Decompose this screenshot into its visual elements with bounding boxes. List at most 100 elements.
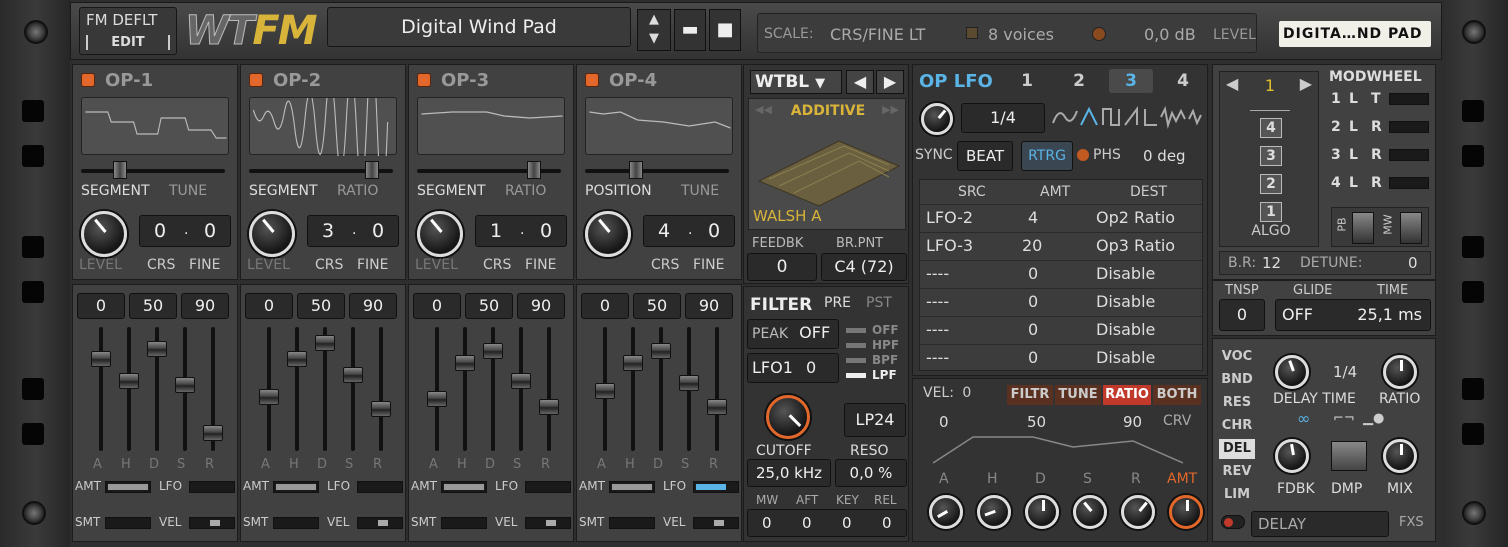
env-fader-r[interactable] — [539, 327, 559, 451]
lfo-tabs[interactable]: 1234 — [1005, 69, 1205, 95]
env-fader-d[interactable] — [651, 327, 671, 451]
mod-amt-slider[interactable] — [609, 481, 655, 493]
lfo-waveform-selector[interactable] — [1051, 105, 1205, 131]
env-time-value[interactable]: 0 — [245, 293, 293, 319]
fx-name-display[interactable]: DELAY — [1251, 511, 1389, 537]
fader-cap[interactable] — [343, 367, 363, 383]
op-fine-value[interactable]: 0 — [708, 220, 720, 242]
filter-mw-value[interactable]: 0 — [762, 510, 772, 536]
op-enable-led[interactable] — [417, 73, 431, 87]
glide-box[interactable]: OFF 25,1 ms — [1275, 299, 1431, 331]
env-fader-r[interactable] — [203, 327, 223, 451]
matrix-src[interactable]: LFO-2 — [926, 208, 973, 227]
edit-button[interactable]: EDIT — [86, 35, 170, 50]
env-fader-s[interactable] — [175, 327, 195, 451]
modwheel-amount-bar[interactable] — [1389, 121, 1429, 133]
op-waveform-display[interactable] — [585, 97, 733, 155]
delay-ratio-knob[interactable] — [1383, 355, 1417, 389]
env-fader-h[interactable] — [119, 327, 139, 451]
matrix-src[interactable]: ---- — [926, 292, 949, 311]
matrix-dest[interactable]: Disable — [1096, 292, 1155, 311]
op-mode-b[interactable]: RATIO — [337, 183, 378, 199]
fader-cap[interactable] — [623, 355, 643, 371]
env-fader-a[interactable] — [595, 327, 615, 451]
op-mode-b[interactable]: TUNE — [169, 183, 207, 199]
filter-type-bpf[interactable]: BPF — [846, 353, 906, 368]
op-mode-a[interactable]: SEGMENT — [249, 183, 318, 199]
modwheel-cell[interactable]: L — [1349, 175, 1358, 191]
filter-lfo-box[interactable]: LFO1 0 — [747, 353, 839, 383]
fader-cap[interactable] — [595, 383, 615, 399]
env-fader-a[interactable] — [427, 327, 447, 451]
mod-vel-slider[interactable] — [693, 517, 739, 529]
arrow-down-icon[interactable]: ▼ — [638, 30, 670, 48]
matrix-amt[interactable]: 20 — [1022, 236, 1042, 255]
matrix-amt[interactable]: 0 — [1028, 320, 1038, 339]
fader-cap[interactable] — [147, 341, 167, 357]
wtbl-next-button[interactable]: ▶ — [876, 70, 904, 94]
damp-button[interactable] — [1331, 441, 1367, 471]
mod-lfo-slider[interactable] — [357, 481, 403, 493]
op-enable-led[interactable] — [249, 73, 263, 87]
op-position-slider-handle[interactable] — [629, 161, 643, 179]
fader-cap[interactable] — [315, 335, 335, 351]
fx-tab-rev[interactable]: REV — [1219, 462, 1255, 482]
op-position-slider-handle[interactable] — [365, 161, 379, 179]
modwheel-cell[interactable]: R — [1371, 119, 1382, 135]
filter-type-lpf[interactable]: LPF — [846, 368, 906, 383]
lfo-tab-2[interactable]: 2 — [1057, 69, 1101, 93]
delay-sync-value[interactable]: 1/4 — [1333, 363, 1357, 381]
fx-power-toggle[interactable] — [1221, 515, 1245, 529]
filter-aft-value[interactable]: 0 — [802, 510, 812, 536]
op-fine-value[interactable]: 0 — [540, 220, 552, 242]
op-mode-b[interactable]: TUNE — [681, 183, 719, 199]
fader-cap[interactable] — [455, 355, 475, 371]
fader-cap[interactable] — [175, 377, 195, 393]
scale-value[interactable]: CRS/FINE LT — [830, 25, 925, 44]
br-value[interactable]: 12 — [1262, 254, 1281, 272]
vel-d-knob[interactable] — [1025, 495, 1059, 529]
feedback-value[interactable]: 0 — [747, 253, 817, 281]
modwheel-cell[interactable]: L — [1349, 147, 1358, 163]
env-fader-d[interactable] — [483, 327, 503, 451]
op-level-knob[interactable] — [585, 211, 631, 257]
vel-r-knob[interactable] — [1121, 495, 1155, 529]
vel-target-ratio[interactable]: RATIO — [1103, 385, 1151, 405]
filter-type-off[interactable]: OFF — [846, 323, 906, 338]
tape-label[interactable]: DIGITA…ND PAD — [1279, 21, 1431, 47]
wtbl-menu[interactable]: WTBL ▼ — [750, 70, 842, 94]
matrix-amt[interactable]: 0 — [1028, 292, 1038, 311]
matrix-dest[interactable]: Op2 Ratio — [1096, 208, 1175, 227]
op-waveform-display[interactable] — [81, 97, 229, 155]
stereo-icon[interactable]: ▁● — [1363, 411, 1384, 426]
mod-wheel[interactable] — [1400, 212, 1422, 244]
lfo-rate-value[interactable]: 1/4 — [961, 103, 1045, 133]
modwheel-cell[interactable]: T — [1371, 91, 1381, 107]
op-position-slider-handle[interactable] — [113, 161, 127, 179]
fader-cap[interactable] — [371, 401, 391, 417]
phase-value[interactable]: 0 deg — [1143, 147, 1186, 165]
wtbl-prev-button[interactable]: ◀ — [846, 70, 874, 94]
env-time-value[interactable]: 50 — [633, 293, 681, 319]
mod-lfo-slider[interactable] — [525, 481, 571, 493]
matrix-dest[interactable]: Op3 Ratio — [1096, 236, 1175, 255]
matrix-dest[interactable]: Disable — [1096, 348, 1155, 367]
env-fader-h[interactable] — [455, 327, 475, 451]
fader-cap[interactable] — [511, 373, 531, 389]
mod-amt-slider[interactable] — [273, 481, 319, 493]
fader-cap[interactable] — [119, 373, 139, 389]
vel-s-knob[interactable] — [1073, 495, 1107, 529]
op-waveform-display[interactable] — [417, 97, 565, 155]
env-fader-h[interactable] — [287, 327, 307, 451]
link-icon[interactable]: ∞ — [1297, 409, 1310, 428]
op-position-slider-handle[interactable] — [527, 161, 541, 179]
mod-smt-slider[interactable] — [273, 517, 319, 529]
delay-time-knob[interactable] — [1275, 355, 1309, 389]
fader-cap[interactable] — [483, 343, 503, 359]
fader-cap[interactable] — [203, 425, 223, 441]
modwheel-cell[interactable]: L — [1349, 119, 1358, 135]
reso-value[interactable]: 0,0 % — [835, 459, 907, 487]
env-time-value[interactable]: 90 — [517, 293, 565, 319]
lfo-rate-knob[interactable] — [921, 103, 953, 135]
mod-lfo-slider[interactable] — [189, 481, 235, 493]
